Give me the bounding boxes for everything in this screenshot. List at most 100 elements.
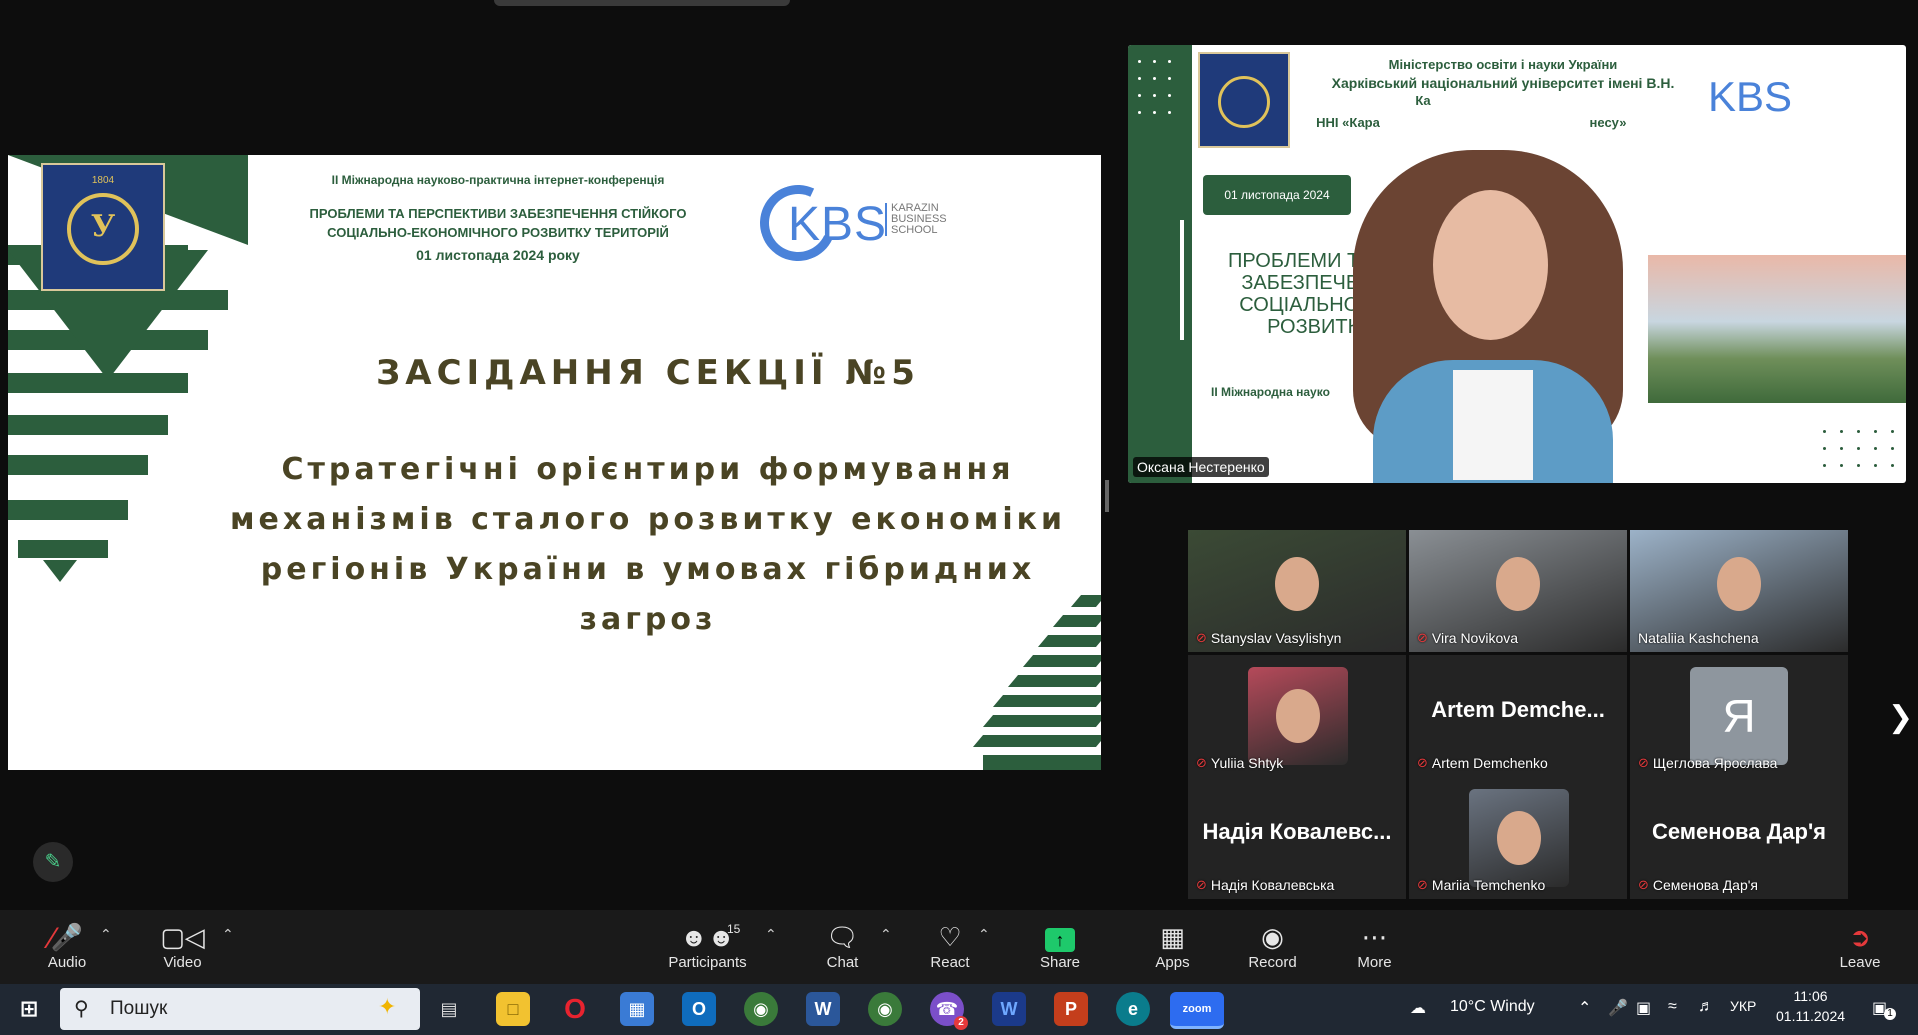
show-hidden-icons[interactable]: ⌃ — [1578, 998, 1591, 1018]
react-button[interactable]: ♡ React — [925, 920, 975, 971]
city-background-image — [1648, 255, 1906, 403]
taskbar-search[interactable]: ⚲ Пошук ✦ — [60, 988, 420, 1030]
muted-mic-icon: ⊘ — [1638, 877, 1649, 892]
react-options-caret[interactable]: ⌃ — [978, 926, 990, 943]
participant-tile[interactable]: Nataliia Kashchena — [1630, 530, 1848, 652]
participant-display-name: Надія Ковалевс... — [1202, 819, 1392, 844]
task-view-icon[interactable]: ▤ — [432, 992, 466, 1026]
speaker-slide-conference: II Міжнародна науко — [1211, 385, 1330, 399]
more-button[interactable]: ⋯ More — [1352, 920, 1397, 971]
participant-tile[interactable]: Artem Demche... ⊘ Artem Demchenko — [1409, 655, 1627, 777]
speaker-slide-logo — [1198, 52, 1290, 148]
viber-badge: 2 — [954, 1016, 968, 1030]
active-speaker-video[interactable]: Міністерство освіти і науки України Харк… — [1128, 45, 1906, 483]
record-button[interactable]: ◉ Record — [1245, 920, 1300, 971]
audio-button[interactable]: 🎤 ⁄ Audio — [42, 920, 92, 971]
edge-icon[interactable]: e — [1116, 992, 1150, 1026]
muted-mic-icon: ⊘ — [1417, 755, 1428, 770]
language-indicator[interactable]: УКР — [1730, 998, 1756, 1014]
muted-mic-icon: ⊘ — [1196, 755, 1207, 770]
logo-year: 1804 — [91, 175, 115, 186]
clock[interactable]: 11:06 01.11.2024 — [1776, 988, 1845, 1024]
chat-button[interactable]: 🗨 Chat — [820, 920, 865, 971]
muted-mic-icon: ⊘ — [1417, 877, 1428, 892]
powerpoint-icon[interactable]: P — [1054, 992, 1088, 1026]
participant-display-name: Artem Demche... — [1431, 697, 1605, 722]
participants-icon: ☻☻ 15 — [680, 922, 741, 952]
viber-icon[interactable]: ☎ 2 — [930, 992, 968, 1030]
muted-mic-icon: ⊘ — [1638, 755, 1649, 770]
kbs-logo-subtitle: KARAZIN BUSINESS SCHOOL — [885, 203, 947, 236]
windows-start-icon[interactable]: ⊞ — [12, 992, 46, 1026]
participant-video — [1469, 789, 1569, 887]
speaker-slide-title: ПРОБЛЕМИ Т ЗАБЕЗПЕЧЕ СОЦІАЛЬНО РОЗВИТК — [1228, 250, 1360, 338]
search-icon: ⚲ — [74, 998, 89, 1020]
participant-tile[interactable]: ⊘ Mariia Temchenko — [1409, 777, 1627, 899]
shared-screen-slide: У 1804 II Міжнародна науково-практична і… — [8, 155, 1101, 770]
word-icon[interactable]: W — [806, 992, 840, 1026]
leave-icon: ➲ — [1849, 922, 1871, 952]
speaker-slide-header2: Харківський національний університет іме… — [1331, 75, 1675, 91]
speaker-name-tag: Оксана Нестеренко — [1133, 457, 1269, 477]
leave-button[interactable]: ➲ Leave — [1835, 920, 1885, 971]
gallery-next-arrow[interactable]: ❯ — [1888, 700, 1913, 735]
participant-avatar: Я — [1690, 667, 1788, 765]
camera-tray-icon[interactable]: ▣ — [1636, 998, 1651, 1018]
participant-name: ⊘ Artem Demchenko — [1417, 755, 1548, 771]
file-explorer-icon[interactable]: □ — [496, 992, 530, 1026]
heart-icon: ♡ — [938, 922, 962, 952]
participant-name: ⊘ Надія Ковалевська — [1196, 877, 1335, 893]
participant-tile[interactable]: ⊘ Vira Novikova — [1409, 530, 1627, 652]
section-title: ЗАСІДАННЯ СЕКЦІЇ №5 — [376, 353, 920, 393]
windows-taskbar: ⊞ ⚲ Пошук ✦ ▤ □ O ▦ O ◉ W ◉ ☎ 2 W P e zoo… — [0, 984, 1918, 1035]
participant-tile[interactable]: ⊘ Yuliia Shtyk — [1188, 655, 1406, 777]
kbs-logo: KBS — [788, 198, 888, 251]
panel-resize-handle[interactable] — [1105, 480, 1109, 512]
participant-tile[interactable]: Я ⊘ Щеглова Ярослава — [1630, 655, 1848, 777]
video-button[interactable]: ▢◁ Video — [160, 920, 205, 971]
chat-options-caret[interactable]: ⌃ — [880, 926, 892, 943]
chrome-icon[interactable]: ◉ — [744, 992, 778, 1026]
participant-name: ⊘ Stanyslav Vasylishyn — [1196, 630, 1342, 646]
share-button[interactable]: ↑ Share — [1035, 920, 1085, 971]
volume-icon[interactable]: ♬ — [1698, 998, 1714, 1016]
zoom-app-icon[interactable]: zoom — [1170, 992, 1224, 1029]
speaker-slide-header3: Ка — [1415, 93, 1431, 108]
top-drag-handle[interactable] — [494, 0, 790, 6]
apps-icon: ▦ — [1160, 922, 1185, 952]
notifications-icon[interactable]: ▣ 1 — [1872, 998, 1896, 1020]
conference-name: II Міжнародна науково-практична інтернет… — [331, 173, 665, 187]
conference-date: 01 листопада 2024 року — [416, 247, 580, 263]
muted-mic-icon: ⊘ — [1196, 630, 1207, 645]
outlook-icon[interactable]: O — [682, 992, 716, 1026]
more-icon: ⋯ — [1361, 922, 1388, 952]
participant-name: ⊘ Yuliia Shtyk — [1196, 755, 1284, 771]
microphone-tray-icon[interactable]: 🎤 — [1608, 998, 1628, 1018]
weather-text[interactable]: 10°C Windy — [1450, 998, 1535, 1016]
store-icon[interactable]: ▦ — [620, 992, 654, 1026]
conference-title-line1: ПРОБЛЕМИ ТА ПЕРСПЕКТИВИ ЗАБЕЗПЕЧЕННЯ СТІ… — [309, 206, 687, 221]
copilot-sparkle-icon: ✦ — [378, 994, 397, 1019]
annotate-pencil-button[interactable]: ✎ — [33, 842, 73, 882]
speaker-slide-kbs-logo: KBS — [1708, 73, 1793, 120]
participant-tile[interactable]: Семенова Дар'я ⊘ Семенова Дар'я — [1630, 777, 1848, 899]
opera-icon[interactable]: O — [558, 992, 592, 1026]
participant-tile[interactable]: Надія Ковалевс... ⊘ Надія Ковалевська — [1188, 777, 1406, 899]
participant-name: ⊘ Mariia Temchenko — [1417, 877, 1546, 893]
video-options-caret[interactable]: ⌃ — [222, 926, 234, 943]
participant-name: Nataliia Kashchena — [1638, 630, 1759, 646]
webex-icon[interactable]: W — [992, 992, 1026, 1026]
participant-display-name: Семенова Дар'я — [1651, 819, 1827, 844]
speaker-slide-header1: Міністерство освіти і науки України — [1388, 57, 1618, 72]
muted-mic-icon: ⊘ — [1196, 877, 1207, 892]
participants-options-caret[interactable]: ⌃ — [765, 926, 777, 943]
apps-button[interactable]: ▦ Apps — [1150, 920, 1195, 971]
speaker-person — [1353, 120, 1623, 483]
chat-icon: 🗨 — [825, 922, 859, 952]
participants-button[interactable]: ☻☻ 15 Participants — [665, 920, 750, 971]
chrome-profile-icon[interactable]: ◉ — [868, 992, 902, 1026]
weather-icon[interactable]: ☁ — [1410, 998, 1426, 1018]
wifi-icon[interactable]: ≈ — [1668, 998, 1677, 1016]
audio-options-caret[interactable]: ⌃ — [100, 926, 112, 943]
participant-tile[interactable]: ⊘ Stanyslav Vasylishyn — [1188, 530, 1406, 652]
